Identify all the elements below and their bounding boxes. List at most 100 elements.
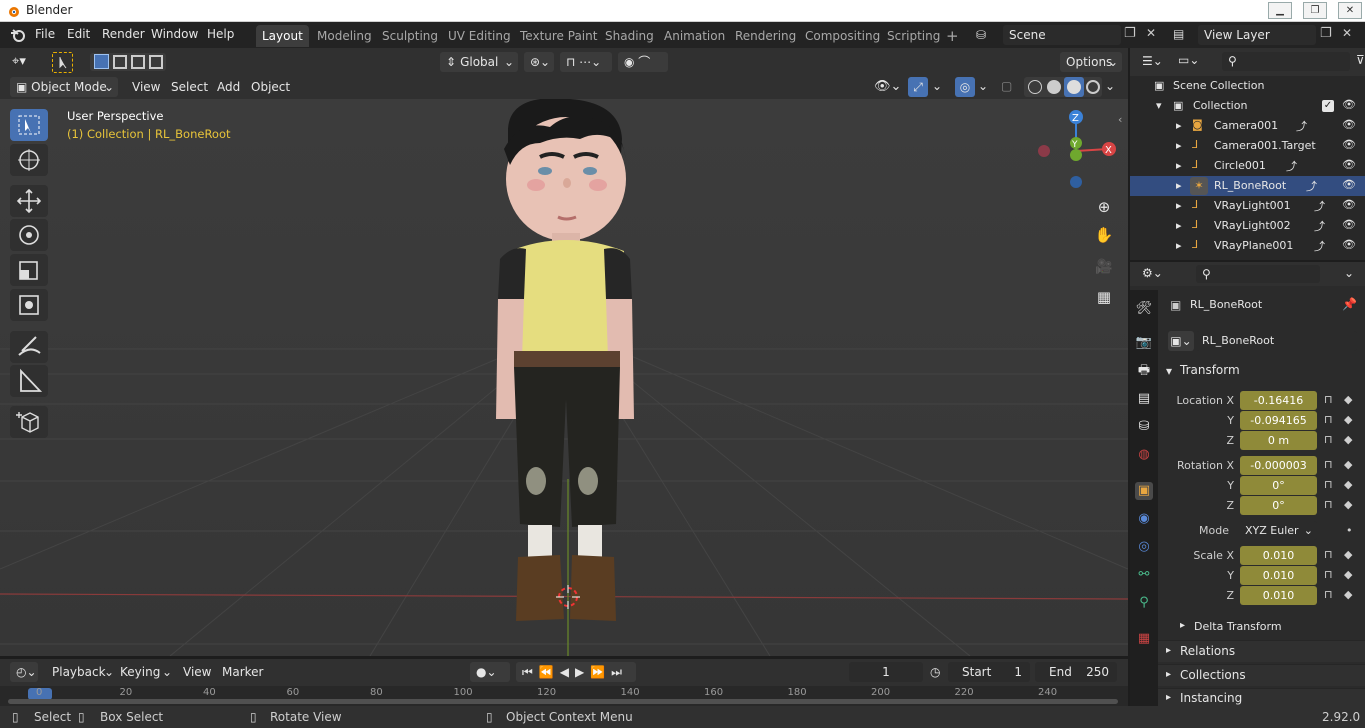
lock-icon[interactable]: ⊓: [1324, 588, 1333, 601]
annotate-tool[interactable]: [10, 331, 48, 363]
lock-icon[interactable]: ⊓: [1324, 548, 1333, 561]
chevron-down-icon[interactable]: ⌄: [1105, 79, 1115, 93]
menu-playback[interactable]: Playback: [52, 665, 106, 679]
timeline-body[interactable]: 0 20 40 60 80 100 120 140 160 180 200 22…: [0, 686, 1128, 706]
navigation-gizmo[interactable]: Z X Y: [1030, 107, 1120, 197]
expand-arrow-icon[interactable]: ▸: [1176, 199, 1182, 212]
new-view-layer-icon[interactable]: ❐: [1320, 26, 1332, 41]
output-tab-icon[interactable]: 🖶: [1135, 362, 1153, 380]
exclude-checkbox[interactable]: ✓: [1322, 100, 1334, 112]
lock-icon[interactable]: ⊓: [1324, 458, 1333, 471]
tab-animation[interactable]: Animation: [658, 25, 731, 47]
tab-compositing[interactable]: Compositing: [799, 25, 886, 47]
expand-arrow-icon[interactable]: ▸: [1176, 239, 1182, 252]
outliner-row-vraylight002[interactable]: ▸ ⅃ VRayLight002 ⤴ 👁: [1130, 216, 1365, 236]
zoom-view-icon[interactable]: ⊕: [1092, 195, 1116, 219]
menu-view[interactable]: View: [132, 80, 160, 94]
display-mode-icon[interactable]: ▭⌄: [1178, 53, 1199, 67]
tab-layout[interactable]: Layout: [256, 25, 309, 47]
cursor-tool[interactable]: [10, 144, 48, 176]
scene-icon[interactable]: ⛁: [976, 28, 986, 42]
outliner-row-circle001[interactable]: ▸ ⅃ Circle001 ⤴ 👁: [1130, 156, 1365, 176]
current-frame-field[interactable]: 1: [849, 662, 923, 682]
keyframe-icon[interactable]: ◆: [1344, 478, 1352, 491]
expand-arrow-icon[interactable]: ▸: [1176, 179, 1182, 192]
tab-scripting[interactable]: Scripting: [881, 25, 946, 47]
object-tab-icon[interactable]: ▣: [1135, 482, 1153, 500]
lock-icon[interactable]: ⊓: [1324, 413, 1333, 426]
keyframe-icon[interactable]: ◆: [1344, 568, 1352, 581]
eye-icon[interactable]: 👁: [1342, 178, 1356, 191]
keyframe-icon[interactable]: ◆: [1344, 458, 1352, 471]
outliner-row-vrayplane001[interactable]: ▸ ⅃ VRayPlane001 ⤴ 👁: [1130, 236, 1365, 256]
select-box-tool[interactable]: [10, 109, 48, 141]
delta-transform-subpanel[interactable]: ▸ Delta Transform: [1158, 616, 1365, 638]
keyframe-icon[interactable]: ◆: [1344, 413, 1352, 426]
tool-tab-icon[interactable]: 🛠: [1135, 300, 1153, 318]
expand-arrow-icon[interactable]: ▸: [1176, 159, 1182, 172]
tab-sculpting[interactable]: Sculpting: [376, 25, 444, 47]
lock-icon[interactable]: ⊓: [1324, 393, 1333, 406]
rotation-y-field[interactable]: 0°: [1240, 476, 1317, 495]
solid-shading-icon[interactable]: [1047, 80, 1061, 94]
camera-view-icon[interactable]: 🎥: [1092, 255, 1116, 279]
collections-panel-header[interactable]: ▸ Collections: [1158, 664, 1365, 686]
filter-icon[interactable]: ⊽: [1356, 53, 1365, 67]
outliner-row-collection[interactable]: ▾ ▣ Collection ✓ 👁: [1130, 96, 1365, 116]
rendered-shading-icon[interactable]: [1086, 80, 1100, 94]
menu-help[interactable]: Help: [207, 27, 234, 41]
properties-editor-type-icon[interactable]: ⚙⌄: [1142, 266, 1163, 280]
chevron-down-icon[interactable]: ⌄: [104, 665, 114, 679]
menu-add[interactable]: Add: [217, 80, 240, 94]
options-dropdown[interactable]: Options ⌄: [1060, 52, 1122, 72]
keyframe-icon[interactable]: ◆: [1344, 393, 1352, 406]
rotate-tool[interactable]: [10, 219, 48, 251]
menu-marker[interactable]: Marker: [222, 665, 263, 679]
view-layer-icon[interactable]: ▤: [1173, 27, 1184, 41]
scale-y-field[interactable]: 0.010: [1240, 566, 1317, 585]
rotation-z-field[interactable]: 0°: [1240, 496, 1317, 515]
object-constraint-tab-icon[interactable]: ⚯: [1135, 566, 1153, 584]
instancing-panel-header[interactable]: ▸ Instancing: [1158, 688, 1365, 706]
maximize-button[interactable]: ❐: [1303, 2, 1327, 19]
eye-icon[interactable]: 👁: [1342, 238, 1356, 251]
gizmo-toggle-icon[interactable]: ⤢: [908, 77, 928, 97]
keyframe-icon[interactable]: ◆: [1344, 433, 1352, 446]
eye-icon[interactable]: 👁: [1342, 98, 1356, 111]
xray-toggle-icon[interactable]: ▢: [1001, 79, 1012, 93]
3d-viewport[interactable]: User Perspective (1) Collection | RL_Bon…: [0, 99, 1128, 656]
view-layer-tab-icon[interactable]: ▤: [1135, 390, 1153, 408]
add-workspace-button[interactable]: +: [940, 25, 965, 47]
relations-panel-header[interactable]: ▸ Relations: [1158, 640, 1365, 662]
expand-arrow-icon[interactable]: ▾: [1156, 99, 1162, 112]
chevron-down-icon[interactable]: ⌄: [978, 79, 988, 93]
menu-render[interactable]: Render: [102, 27, 145, 41]
tab-rendering[interactable]: Rendering: [729, 25, 802, 47]
mode-extend-icon[interactable]: [113, 55, 127, 69]
lock-icon[interactable]: ⊓: [1324, 568, 1333, 581]
outliner-row-scene-collection[interactable]: ▣ Scene Collection: [1130, 76, 1365, 96]
rotation-x-field[interactable]: -0.000003: [1240, 456, 1317, 475]
scale-x-field[interactable]: 0.010: [1240, 546, 1317, 565]
auto-keying-toggle[interactable]: ●⌄: [470, 662, 510, 682]
animate-dot-icon[interactable]: •: [1346, 524, 1353, 537]
rotation-mode-dropdown[interactable]: XYZ Euler ⌄: [1240, 521, 1317, 540]
object-mode-dropdown[interactable]: ▣ Object Mode ⌄: [10, 77, 118, 97]
proportional-edit-toggle[interactable]: ◉ ⌒: [618, 52, 668, 72]
end-frame-field[interactable]: End 250: [1035, 662, 1117, 682]
eye-icon[interactable]: 👁: [1342, 138, 1356, 151]
menu-keying[interactable]: Keying: [120, 665, 160, 679]
selection-mode-group[interactable]: [90, 53, 166, 71]
material-preview-shading-icon[interactable]: [1064, 77, 1084, 97]
overlays-toggle-icon[interactable]: ◎: [955, 77, 975, 97]
preview-range-icon[interactable]: ◷: [930, 665, 940, 679]
chevron-down-icon[interactable]: ⌄: [162, 665, 172, 679]
menu-timeline-view[interactable]: View: [183, 665, 211, 679]
outliner-row-camera001-target[interactable]: ▸ ⅃ Camera001.Target 👁: [1130, 136, 1365, 156]
outliner-editor-type-icon[interactable]: ☰⌄: [1142, 54, 1163, 68]
scale-tool[interactable]: [10, 254, 48, 286]
visibility-eye-icon[interactable]: 👁⌄: [874, 79, 901, 94]
lock-icon[interactable]: ⊓: [1324, 478, 1333, 491]
character-model[interactable]: [480, 99, 650, 639]
minimize-button[interactable]: ▁: [1268, 2, 1292, 19]
